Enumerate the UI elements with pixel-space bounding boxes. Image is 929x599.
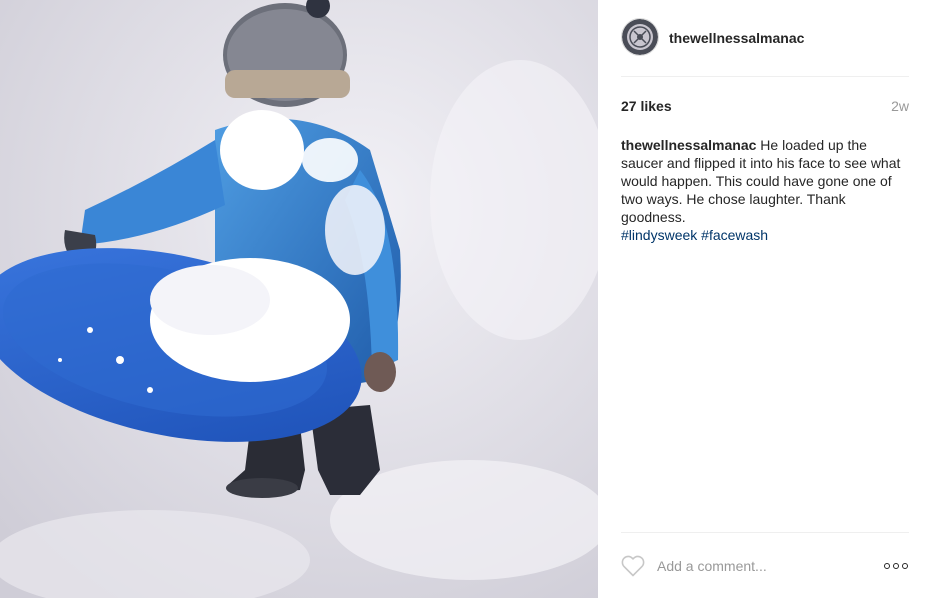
hashtag-link[interactable]: #lindysweek [621, 227, 697, 243]
caption-author-link[interactable]: thewellnessalmanac [621, 137, 756, 153]
hashtag-link[interactable]: #facewash [701, 227, 768, 243]
post-photo[interactable] [0, 0, 598, 598]
post-header: thewellnessalmanac [621, 18, 909, 77]
instagram-post: thewellnessalmanac 27 likes 2w thewellne… [0, 0, 929, 598]
post-sidebar: thewellnessalmanac 27 likes 2w thewellne… [598, 0, 929, 598]
avatar[interactable] [621, 18, 659, 56]
comment-input[interactable] [655, 557, 874, 575]
header-username-link[interactable]: thewellnessalmanac [669, 30, 804, 46]
avatar-logo-icon [622, 19, 658, 55]
post-timestamp[interactable]: 2w [891, 98, 909, 114]
caption-hashtags: #lindysweek #facewash [621, 226, 909, 244]
photo-illustration [0, 0, 598, 598]
heart-icon[interactable] [621, 555, 645, 577]
more-options-icon[interactable] [883, 562, 909, 570]
post-caption: thewellnessalmanac He loaded up the sauc… [621, 136, 909, 244]
post-footer [621, 532, 909, 599]
likes-count[interactable]: 27 likes [621, 98, 672, 114]
likes-row: 27 likes 2w [621, 98, 909, 114]
